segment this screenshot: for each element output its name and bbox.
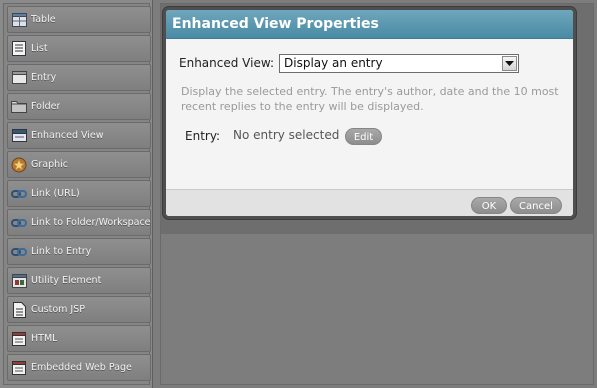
table-icon [11,12,27,27]
folder-icon [11,99,27,114]
entry-label: Entry: [185,129,221,143]
edit-button[interactable]: Edit [345,128,382,145]
dialog-footer: OK Cancel [166,189,573,216]
link-icon [11,215,27,230]
enhanced-view-label: Enhanced View: [179,56,275,70]
html-icon [11,331,27,346]
enhanced-view-properties-dialog: Enhanced View Properties Enhanced View: … [163,7,576,219]
palette-item-label: Folder [31,101,61,112]
palette-item-label: Link (URL) [31,188,80,199]
palette-item-label: Utility Element [31,275,102,286]
palette-item-link-url[interactable]: Link (URL) [7,180,151,207]
dropdown-arrow-icon[interactable] [502,56,517,71]
palette-item-label: List [31,43,48,54]
palette-item-label: Table [31,14,56,25]
palette-item-html[interactable]: HTML [7,325,151,352]
palette-item-custom-jsp[interactable]: Custom JSP [7,296,151,323]
palette-item-utility-element[interactable]: Utility Element [7,267,151,294]
palette-item-label: Enhanced View [31,130,104,141]
palette-item-label: Embedded Web Page [31,362,132,373]
enhanced-view-help-text: Display the selected entry. The entry's … [181,85,559,113]
palette-item-label: Custom JSP [31,304,85,315]
palette-item-link-folder[interactable]: Link to Folder/Workspace [7,209,151,236]
palette-item-label: Graphic [31,159,69,170]
cancel-button[interactable]: Cancel [510,197,562,214]
link-icon [11,186,27,201]
enhanced-view-selected-value: Display an entry [284,56,383,70]
enhanced-view-icon [11,128,27,143]
palette-item-entry[interactable]: Entry [7,64,151,91]
palette-item-folder[interactable]: Folder [7,93,151,120]
palette-item-table[interactable]: Table [7,6,151,33]
web-page-icon [11,360,27,375]
palette-item-label: HTML [31,333,58,344]
palette-panel: Table List Entry Folder Enhanced View Gr… [3,3,151,385]
graphic-icon [11,157,27,172]
palette-item-graphic[interactable]: Graphic [7,151,151,178]
enhanced-view-select[interactable]: Display an entry [279,54,519,73]
ok-button[interactable]: OK [471,197,507,214]
element-palette: Table List Entry Folder Enhanced View Gr… [0,0,153,388]
palette-item-label: Link to Folder/Workspace [31,217,150,228]
entry-value: No entry selected [233,128,340,142]
utility-icon [11,273,27,288]
palette-item-label: Entry [31,72,57,83]
palette-item-embedded-web-page[interactable]: Embedded Web Page [7,354,151,381]
entry-icon [11,70,27,85]
dialog-body: Enhanced View: Display an entry Display … [166,39,573,189]
palette-item-link-entry[interactable]: Link to Entry [7,238,151,265]
jsp-icon [11,301,27,318]
dialog-title[interactable]: Enhanced View Properties [166,10,573,39]
list-icon [11,41,27,56]
palette-item-enhanced-view[interactable]: Enhanced View [7,122,151,149]
link-icon [11,244,27,259]
palette-item-list[interactable]: List [7,35,151,62]
palette-item-label: Link to Entry [31,246,92,257]
